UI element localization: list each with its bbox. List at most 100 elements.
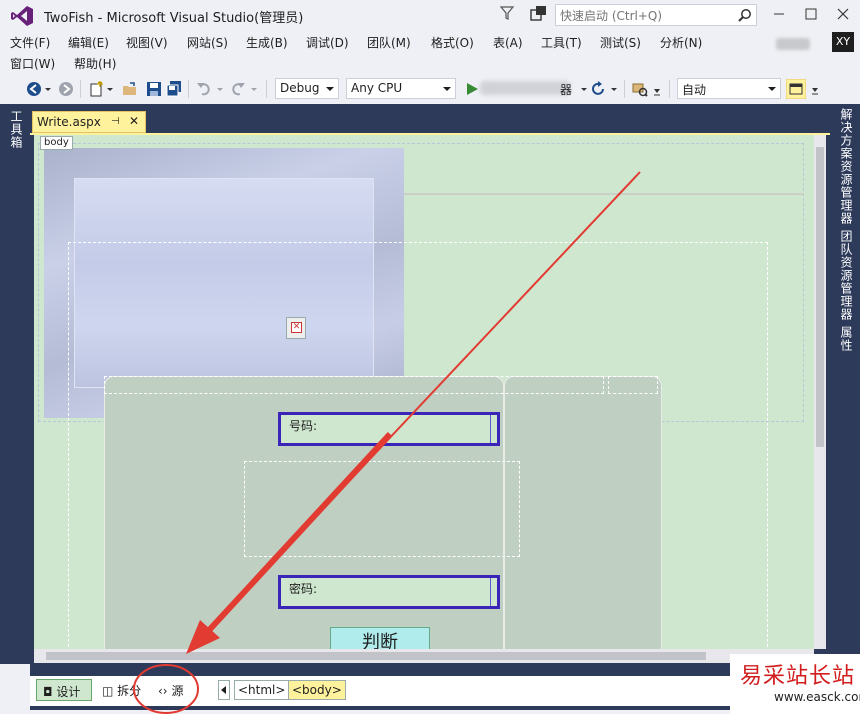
pin-icon[interactable]: ⊣ [111,116,120,127]
document-tab-label: Write.aspx [37,115,101,129]
redo-dropdown-icon[interactable] [250,81,258,97]
spacer-outline [244,461,520,557]
menu-format[interactable]: 格式(O) [431,34,474,51]
close-icon[interactable]: ✕ [129,114,139,128]
document-tab-write-aspx[interactable]: Write.aspx ⊣ ✕ [32,111,146,133]
menu-table[interactable]: 表(A) [493,34,523,51]
watermark-url: www.easck.com [774,690,860,704]
menu-debug[interactable]: 调试(D) [306,34,349,51]
run-target-label[interactable] [480,81,570,95]
login-header-cell [104,376,604,394]
user-avatar[interactable]: XY [832,32,854,52]
broken-image-icon[interactable]: ✕ [286,317,306,339]
minimize-button[interactable] [765,4,793,24]
menu-window[interactable]: 窗口(W) [10,55,55,72]
menu-test[interactable]: 测试(S) [600,34,641,51]
right-strip-top [830,75,860,104]
standard-toolbar: Debug Any CPU 器 自动 [0,75,830,103]
platform-value: Any CPU [351,81,403,95]
toolbar-overflow-icon[interactable] [652,81,662,97]
document-well: Write.aspx ⊣ ✕ ✕ 号码: 密码: 判断 body [30,104,830,710]
menu-view[interactable]: 视图(V) [126,34,168,51]
account-name[interactable] [776,38,810,50]
chevron-down-icon [443,87,451,91]
breadcrumb-html[interactable]: <html> [234,680,290,700]
menu-build[interactable]: 生成(B) [246,34,288,51]
title-bar: TwoFish - Microsoft Visual Studio(管理员) [0,0,860,30]
refresh-dropdown-icon[interactable] [610,81,618,97]
feedback-filter-icon[interactable] [499,5,515,21]
menu-edit[interactable]: 编辑(E) [68,34,109,51]
navigate-back-icon[interactable] [26,81,42,97]
visual-studio-window: TwoFish - Microsoft Visual Studio(管理员) 文… [0,0,860,714]
toolbar-options-icon[interactable] [810,81,820,97]
menu-tools[interactable]: 工具(T) [541,34,582,51]
undo-dropdown-icon[interactable] [216,81,224,97]
design-view-button[interactable]: ◘ 设计 [36,679,92,701]
quick-launch-box[interactable] [555,4,757,26]
redo-icon[interactable] [230,81,246,97]
save-icon[interactable] [146,81,162,97]
run-dropdown-icon[interactable] [580,81,588,97]
body-tag-label: body [40,136,73,150]
caret [490,578,491,606]
design-view-toggle-icon[interactable] [786,79,806,99]
caret [490,415,491,443]
target-schema-dropdown[interactable]: 自动 [677,78,781,99]
site-watermark: 易采站长站 www.easck.com [730,654,860,714]
search-icon[interactable] [738,8,752,22]
view-switcher-bar: ◘ 设计 ◫ 拆分 ‹› 源 <html> <body> [30,676,830,706]
maximize-button[interactable] [797,4,825,24]
notifications-icon[interactable] [530,5,547,22]
vertical-scrollbar[interactable] [814,135,826,649]
row-guide [404,193,804,195]
run-target-suffix: 器 [560,83,573,97]
chevron-down-icon [768,87,776,91]
new-project-icon[interactable] [88,81,104,97]
refresh-icon[interactable] [590,81,606,97]
menu-analyze[interactable]: 分析(N) [660,34,702,51]
new-dropdown-icon[interactable] [106,81,114,97]
menu-file[interactable]: 文件(F) [10,34,50,51]
undo-icon[interactable] [196,81,212,97]
scroll-thumb[interactable] [46,652,706,660]
number-label: 号码: [289,419,318,433]
login-header-cell-right [608,376,658,394]
source-view-button[interactable]: ‹› 源 [152,679,189,701]
solution-configuration-dropdown[interactable]: Debug [275,78,339,99]
save-all-icon[interactable] [166,81,182,97]
split-view-icon: ◫ [102,684,114,698]
team-explorer-tab[interactable]: 团队资源管理器 [838,230,855,321]
judge-button[interactable]: 判断 [330,627,430,649]
split-view-button[interactable]: ◫ 拆分 [96,679,147,701]
horizontal-scrollbar[interactable] [34,649,814,663]
design-surface[interactable]: ✕ 号码: 密码: 判断 body [34,135,826,649]
design-view-icon: ◘ [43,685,53,699]
solution-explorer-tab[interactable]: 解决方案资源管理器 [838,108,855,225]
configuration-value: Debug [280,81,320,95]
visual-studio-logo-icon [11,6,33,26]
toolbox-tab[interactable]: 工具箱 [8,110,25,149]
menu-team[interactable]: 团队(M) [367,34,411,51]
password-field[interactable]: 密码: [278,575,500,609]
breadcrumb-body[interactable]: <body> [288,680,346,700]
breadcrumb-left-arrow-icon[interactable] [218,680,230,700]
solution-platform-dropdown[interactable]: Any CPU [346,78,456,99]
menu-website[interactable]: 网站(S) [187,34,228,51]
browser-link-icon[interactable] [632,81,648,97]
watermark-title: 易采站长站 [740,664,856,689]
design-view-label: 设计 [56,685,81,699]
source-view-label: 源 [171,684,184,698]
close-window-button[interactable] [829,4,857,24]
start-debugging-icon[interactable] [464,81,480,97]
open-file-icon[interactable] [122,81,138,97]
quick-launch-input[interactable] [560,8,730,23]
properties-tab[interactable]: 属性 [838,326,855,352]
scroll-thumb[interactable] [816,147,824,447]
right-tool-strip: 解决方案资源管理器 团队资源管理器 属性 [830,104,860,664]
menu-help[interactable]: 帮助(H) [74,55,116,72]
back-dropdown-icon[interactable] [44,81,52,97]
menu-bar: 文件(F) 编辑(E) 视图(V) 网站(S) 生成(B) 调试(D) 团队(M… [0,31,830,51]
number-field[interactable]: 号码: [278,412,500,446]
navigate-forward-icon[interactable] [58,81,74,97]
